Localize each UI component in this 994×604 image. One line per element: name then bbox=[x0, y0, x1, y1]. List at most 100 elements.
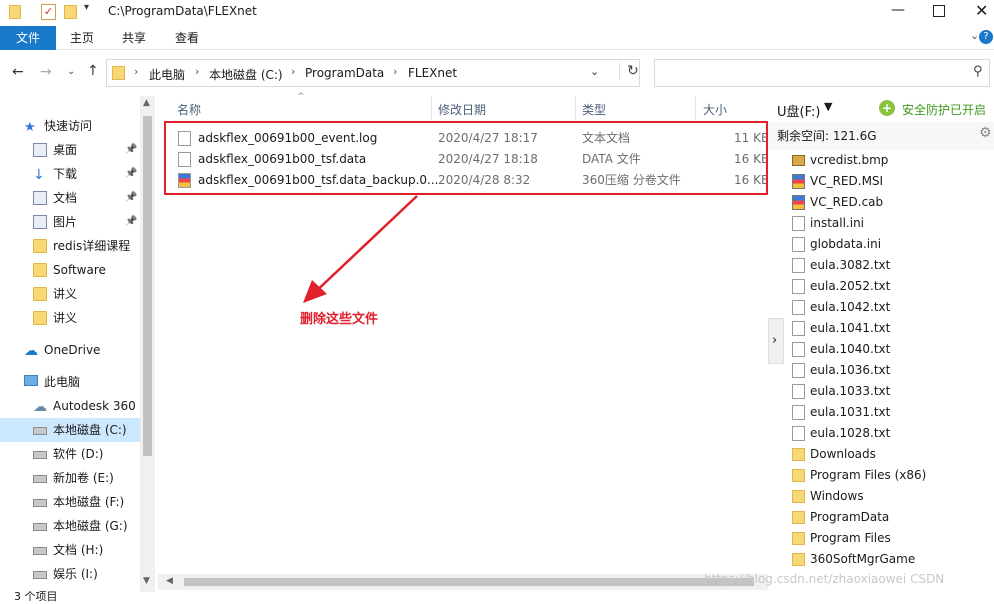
drive-file-item[interactable]: eula.1033.txt bbox=[792, 381, 992, 402]
drive-file-item[interactable]: 360SoftMgrGame bbox=[792, 549, 992, 570]
drive-file-item[interactable]: eula.1036.txt bbox=[792, 360, 992, 381]
column-header-date[interactable]: 修改日期 bbox=[438, 101, 486, 118]
column-divider[interactable] bbox=[431, 96, 432, 122]
pin-icon[interactable]: 📌 bbox=[125, 210, 137, 234]
drive-file-item[interactable]: vcredist.bmp bbox=[792, 150, 992, 171]
address-dropdown-icon[interactable]: ⌄ bbox=[590, 65, 599, 78]
address-bar[interactable]: › 此电脑 › 本地磁盘 (C:) › ProgramData › FLEXne… bbox=[106, 59, 640, 87]
customize-toolbar-icon[interactable]: ▾ bbox=[84, 2, 89, 13]
tab-home[interactable]: 主页 bbox=[58, 26, 106, 50]
drive-file-item[interactable]: Downloads bbox=[792, 444, 992, 465]
scroll-thumb[interactable] bbox=[184, 578, 754, 586]
gear-icon[interactable]: ⚙ bbox=[979, 125, 992, 141]
chevron-right-icon[interactable]: › bbox=[195, 65, 199, 78]
drive-file-item[interactable]: ProgramData bbox=[792, 507, 992, 528]
help-icon[interactable]: ? bbox=[979, 30, 993, 44]
forward-icon[interactable]: → bbox=[40, 64, 52, 80]
tab-share[interactable]: 共享 bbox=[110, 26, 158, 50]
nav-item[interactable]: 软件 (D:) bbox=[0, 442, 140, 466]
drive-file-item[interactable]: Windows bbox=[792, 486, 992, 507]
drive-file-item[interactable]: eula.1031.txt bbox=[792, 402, 992, 423]
nav-item[interactable]: redis详细课程 bbox=[0, 234, 140, 258]
tab-file[interactable]: 文件 bbox=[0, 26, 56, 50]
nav-item[interactable]: ☁ Autodesk 360 bbox=[0, 394, 140, 418]
nav-item[interactable]: 图片 📌 bbox=[0, 210, 140, 234]
breadcrumb-programdata[interactable]: ProgramData bbox=[305, 66, 384, 80]
nav-item[interactable]: 娱乐 (I:) bbox=[0, 562, 140, 586]
nav-item[interactable]: 文档 (H:) bbox=[0, 538, 140, 562]
chevron-right-icon[interactable]: › bbox=[393, 65, 397, 78]
nav-item[interactable]: 本地磁盘 (G:) bbox=[0, 514, 140, 538]
recent-locations-icon[interactable]: ⌄ bbox=[67, 66, 75, 77]
scroll-down-icon[interactable]: ▼ bbox=[143, 576, 150, 586]
nav-item[interactable]: 桌面 📌 bbox=[0, 138, 140, 162]
drive-file-item[interactable]: install.ini bbox=[792, 213, 992, 234]
properties-icon[interactable]: ✓ bbox=[41, 4, 56, 20]
drive-file-name: Program Files bbox=[810, 531, 891, 545]
nav-item[interactable]: 此电脑 bbox=[0, 370, 140, 394]
column-header-type[interactable]: 类型 bbox=[582, 101, 606, 118]
drive-file-item[interactable]: Program Files (x86) bbox=[792, 465, 992, 486]
nav-item[interactable]: ★ 快速访问 bbox=[0, 114, 140, 138]
nav-item-label: redis详细课程 bbox=[53, 239, 131, 253]
search-input[interactable]: ⚲ bbox=[654, 59, 990, 87]
pin-icon[interactable]: 📌 bbox=[125, 138, 137, 162]
maximize-icon[interactable] bbox=[933, 5, 945, 17]
nav-item[interactable]: 讲义 bbox=[0, 306, 140, 330]
new-folder-icon[interactable] bbox=[64, 5, 77, 19]
scroll-up-icon[interactable]: ▲ bbox=[143, 98, 150, 108]
drive-file-item[interactable]: eula.1028.txt bbox=[792, 423, 992, 444]
drive-file-item[interactable]: globdata.ini bbox=[792, 234, 992, 255]
nav-item[interactable]: 本地磁盘 (F:) bbox=[0, 490, 140, 514]
file-icon bbox=[792, 321, 805, 336]
nav-item[interactable]: 新加卷 (E:) bbox=[0, 466, 140, 490]
drive-file-item[interactable]: eula.1042.txt bbox=[792, 297, 992, 318]
drive-file-item[interactable]: VC_RED.cab bbox=[792, 192, 992, 213]
nav-item[interactable]: 讲义 bbox=[0, 282, 140, 306]
drive-file-item[interactable]: Program Files bbox=[792, 528, 992, 549]
column-header-name[interactable]: 名称 bbox=[177, 101, 201, 118]
drive-icon bbox=[33, 523, 47, 531]
drive-label[interactable]: U盘(F:) bbox=[777, 101, 821, 120]
drive-file-item[interactable]: eula.3082.txt bbox=[792, 255, 992, 276]
close-icon[interactable]: ✕ bbox=[975, 0, 988, 22]
pin-icon[interactable]: 📌 bbox=[125, 162, 137, 186]
column-header-size[interactable]: 大小 bbox=[703, 101, 727, 118]
chevron-right-icon[interactable]: › bbox=[134, 65, 138, 78]
minimize-icon[interactable]: — bbox=[888, 0, 908, 24]
search-icon[interactable]: ⚲ bbox=[973, 64, 983, 79]
drive-file-name: eula.1042.txt bbox=[810, 300, 891, 314]
folder-icon bbox=[792, 553, 805, 566]
drive-file-name: eula.1031.txt bbox=[810, 405, 891, 419]
drive-file-name: globdata.ini bbox=[810, 237, 882, 251]
breadcrumb-flexnet[interactable]: FLEXnet bbox=[408, 66, 457, 80]
drive-file-item[interactable]: eula.1040.txt bbox=[792, 339, 992, 360]
tab-view[interactable]: 查看 bbox=[163, 26, 211, 50]
nav-scrollbar[interactable]: ▲ ▼ bbox=[140, 96, 155, 592]
pin-icon[interactable]: 📌 bbox=[125, 186, 137, 210]
chevron-right-icon[interactable]: › bbox=[291, 65, 295, 78]
refresh-icon[interactable]: ↻ bbox=[619, 63, 639, 79]
nav-item[interactable]: 本地磁盘 (C:) bbox=[0, 418, 140, 442]
nav-item[interactable]: ☁ OneDrive bbox=[0, 338, 140, 362]
nav-item[interactable]: Software bbox=[0, 258, 140, 282]
column-divider[interactable] bbox=[695, 96, 696, 122]
drive-file-item[interactable]: eula.1041.txt bbox=[792, 318, 992, 339]
chevron-down-icon[interactable]: ▼ bbox=[824, 100, 832, 113]
breadcrumb-this-pc[interactable]: 此电脑 bbox=[149, 66, 185, 83]
nav-item[interactable]: 文档 📌 bbox=[0, 186, 140, 210]
breadcrumb-drive-c[interactable]: 本地磁盘 (C:) bbox=[209, 66, 283, 83]
drive-file-item[interactable]: VC_RED.MSI bbox=[792, 171, 992, 192]
column-divider[interactable] bbox=[575, 96, 576, 122]
nav-item-label: 此电脑 bbox=[44, 375, 81, 389]
scroll-left-icon[interactable]: ◀ bbox=[166, 576, 173, 586]
expand-ribbon-icon[interactable]: ⌄ bbox=[970, 29, 979, 42]
drive-file-item[interactable]: eula.2052.txt bbox=[792, 276, 992, 297]
collapse-panel-button[interactable]: › bbox=[768, 318, 784, 364]
up-icon[interactable]: ↑ bbox=[87, 63, 99, 79]
drive-file-name: eula.1041.txt bbox=[810, 321, 891, 335]
scroll-thumb[interactable] bbox=[143, 116, 152, 456]
nav-item[interactable]: ↓ 下载 📌 bbox=[0, 162, 140, 186]
horizontal-scrollbar[interactable]: ◀ bbox=[158, 574, 770, 590]
back-icon[interactable]: ← bbox=[12, 64, 24, 80]
